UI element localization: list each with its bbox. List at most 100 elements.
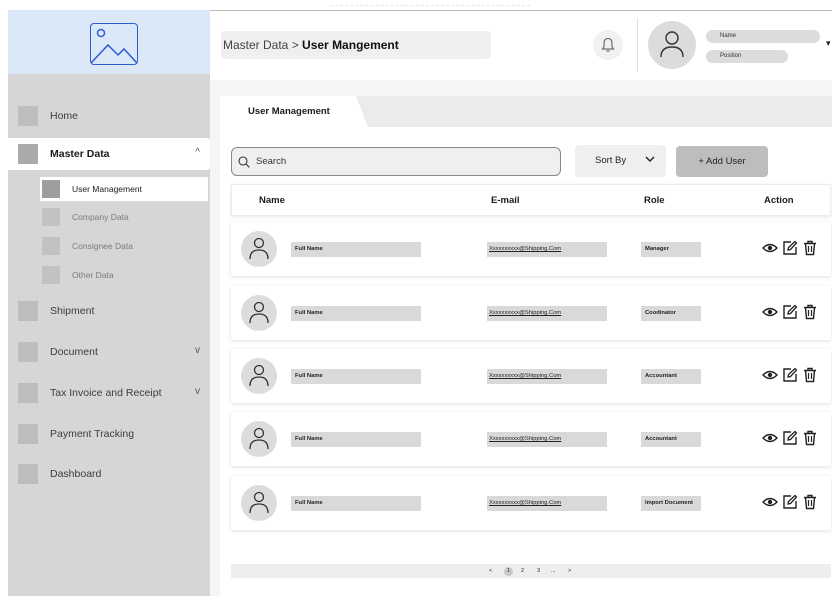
column-header-name[interactable]: Name (259, 195, 285, 206)
avatar[interactable] (648, 21, 696, 69)
row-name: Full Name (291, 242, 421, 257)
sidebar: Home Master Data ^ User Management Compa… (8, 74, 210, 596)
document-icon (18, 342, 38, 362)
top-decoration (330, 0, 530, 6)
user-icon (249, 237, 269, 260)
dashboard-icon (18, 464, 38, 484)
eye-icon[interactable] (762, 430, 778, 446)
sidebar-item-label: Master Data (50, 148, 110, 160)
sidebar-subitem-label: User Management (72, 184, 142, 194)
chevron-down-icon[interactable]: v (195, 386, 200, 397)
table-row: Full Name Xxxxxxxxxx@Shipping.Com Accoun… (231, 412, 831, 466)
breadcrumb-parent[interactable]: Master Data (223, 38, 288, 52)
tax-invoice-icon (18, 383, 38, 403)
sidebar-subitem-user-management[interactable]: User Management (40, 177, 208, 201)
sidebar-item-tax-invoice[interactable]: Tax Invoice and Receipt v (8, 377, 210, 409)
sidebar-item-label: Shipment (50, 305, 95, 317)
edit-icon[interactable] (782, 304, 798, 320)
avatar (241, 421, 277, 457)
add-user-button[interactable]: + Add User (676, 146, 768, 177)
row-name: Full Name (291, 369, 421, 384)
table-row: Full Name Xxxxxxxxxx@Shipping.Com Import… (231, 476, 831, 530)
chevron-down-icon[interactable]: v (195, 345, 200, 356)
row-role: Manager (641, 242, 701, 257)
pagination-ellipsis: ... (551, 568, 556, 574)
user-icon (249, 427, 269, 450)
edit-icon[interactable] (782, 430, 798, 446)
header-divider (637, 18, 638, 72)
eye-icon[interactable] (762, 367, 778, 383)
sidebar-item-label: Home (50, 110, 79, 122)
row-email[interactable]: Xxxxxxxxxx@Shipping.Com (487, 432, 607, 447)
chevron-down-icon[interactable]: ▾ (826, 38, 831, 49)
top-strip (0, 0, 832, 10)
edit-icon[interactable] (782, 240, 798, 256)
trash-icon[interactable] (802, 240, 818, 256)
pagination-page[interactable]: 3 (537, 564, 540, 578)
breadcrumb-current: User Mangement (302, 38, 399, 52)
pagination-page[interactable]: 2 (521, 564, 524, 578)
tab-user-management[interactable]: User Management (220, 96, 368, 127)
search-icon (238, 155, 250, 168)
sidebar-item-payment-tracking[interactable]: Payment Tracking (8, 418, 210, 450)
breadcrumb: Master Data > User Mangement (221, 31, 491, 59)
pagination-prev[interactable]: < (489, 564, 492, 578)
row-role: Accountant (641, 369, 701, 384)
notification-button[interactable] (593, 30, 623, 60)
eye-icon[interactable] (762, 240, 778, 256)
sidebar-item-shipment[interactable]: Shipment (8, 295, 210, 327)
sidebar-subitem-label: Company Data (72, 212, 129, 222)
row-role: Accountant (641, 432, 701, 447)
avatar (241, 231, 277, 267)
sidebar-item-label: Tax Invoice and Receipt (50, 387, 162, 399)
row-email[interactable]: Xxxxxxxxxx@Shipping.Com (487, 496, 607, 511)
chevron-up-icon[interactable]: ^ (195, 147, 200, 158)
home-icon (18, 106, 38, 126)
sidebar-item-master-data[interactable]: Master Data ^ (8, 138, 210, 170)
user-management-icon (42, 180, 60, 198)
sidebar-subitem-consignee-data[interactable]: Consignee Data (40, 234, 208, 258)
eye-icon[interactable] (762, 304, 778, 320)
row-email[interactable]: Xxxxxxxxxx@Shipping.Com (487, 369, 607, 384)
shipment-icon (18, 301, 38, 321)
row-name: Full Name (291, 432, 421, 447)
sidebar-subitem-label: Other Data (72, 270, 114, 280)
row-email[interactable]: Xxxxxxxxxx@Shipping.Com (487, 242, 607, 257)
pagination: < 1 2 3 ... > (231, 564, 831, 578)
edit-icon[interactable] (782, 367, 798, 383)
user-name-label: Name (706, 30, 820, 43)
edit-icon[interactable] (782, 494, 798, 510)
sidebar-subitem-other-data[interactable]: Other Data (40, 263, 208, 287)
row-role: Coodinator (641, 306, 701, 321)
logo-area (8, 10, 210, 74)
chevron-down-icon (645, 156, 655, 162)
trash-icon[interactable] (802, 430, 818, 446)
trash-icon[interactable] (802, 304, 818, 320)
table-row: Full Name Xxxxxxxxxx@Shipping.Com Manage… (231, 222, 831, 276)
user-icon (249, 364, 269, 387)
column-header-role[interactable]: Role (644, 195, 665, 206)
trash-icon[interactable] (802, 494, 818, 510)
sidebar-item-label: Dashboard (50, 468, 102, 480)
column-header-email[interactable]: E-mail (491, 195, 520, 206)
avatar (241, 485, 277, 521)
row-role: Import Document (641, 496, 701, 511)
sidebar-item-dashboard[interactable]: Dashboard (8, 458, 210, 490)
master-data-icon (18, 144, 38, 164)
table-row: Full Name Xxxxxxxxxx@Shipping.Com Coodin… (231, 286, 831, 340)
trash-icon[interactable] (802, 367, 818, 383)
row-email[interactable]: Xxxxxxxxxx@Shipping.Com (487, 306, 607, 321)
sidebar-item-label: Payment Tracking (50, 428, 135, 440)
user-icon (660, 31, 684, 58)
user-position-label: Position (706, 50, 788, 63)
pagination-page-current[interactable]: 1 (504, 567, 513, 576)
eye-icon[interactable] (762, 494, 778, 510)
sidebar-item-home[interactable]: Home (8, 100, 210, 132)
sidebar-item-document[interactable]: Document v (8, 336, 210, 368)
sidebar-item-label: Document (50, 346, 98, 358)
table-row: Full Name Xxxxxxxxxx@Shipping.Com Accoun… (231, 349, 831, 403)
sidebar-subitem-company-data[interactable]: Company Data (40, 205, 208, 229)
search-input[interactable]: Search (231, 147, 561, 176)
consignee-data-icon (42, 237, 60, 255)
pagination-next[interactable]: > (568, 564, 571, 578)
